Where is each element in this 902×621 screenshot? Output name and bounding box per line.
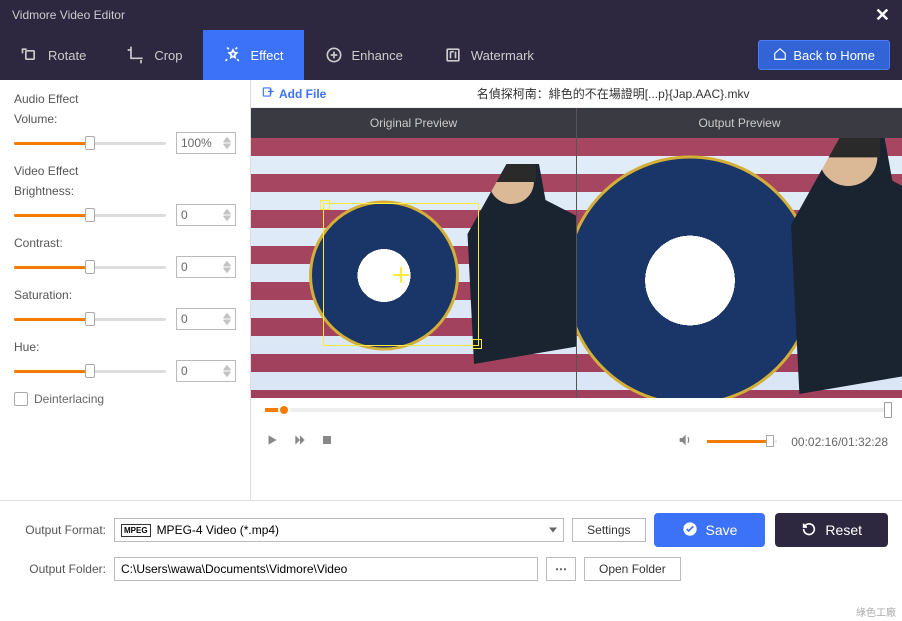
time-display: 00:02:16/01:32:28	[791, 435, 888, 449]
crop-icon	[126, 45, 146, 65]
reset-button[interactable]: Reset	[775, 513, 888, 547]
brightness-label: Brightness:	[14, 184, 236, 198]
fast-forward-button[interactable]	[293, 433, 307, 450]
watermark-label: Watermark	[471, 48, 534, 63]
watermark-selection-box[interactable]	[323, 203, 479, 346]
play-button[interactable]	[265, 433, 279, 450]
original-preview-pane[interactable]	[251, 138, 577, 398]
brightness-spinner[interactable]: 0	[176, 204, 236, 226]
contrast-spinner[interactable]: 0	[176, 256, 236, 278]
settings-button[interactable]: Settings	[572, 518, 645, 542]
current-filename: 名偵探柯南：緋色的不在場證明[...p}{Jap.AAC}.mkv	[334, 85, 892, 102]
enhance-label: Enhance	[352, 48, 403, 63]
reset-icon	[801, 521, 817, 540]
output-preview-label: Output Preview	[577, 108, 902, 138]
bottom-panel: Output Format: MPEG MPEG-4 Video (*.mp4)…	[0, 500, 902, 593]
video-effect-heading: Video Effect	[14, 164, 236, 178]
contrast-slider[interactable]	[14, 266, 166, 269]
brightness-slider[interactable]	[14, 214, 166, 217]
crop-label: Crop	[154, 48, 182, 63]
main-toolbar: Rotate Crop Effect Enhance Watermark Bac…	[0, 30, 902, 80]
output-preview-pane	[577, 138, 902, 398]
volume-spinner[interactable]: 100%	[176, 132, 236, 154]
rotate-tab[interactable]: Rotate	[0, 30, 106, 80]
footer-watermark: 綠色工廠	[856, 604, 896, 619]
output-format-dropdown[interactable]: MPEG MPEG-4 Video (*.mp4)	[114, 518, 564, 542]
window-title: Vidmore Video Editor	[12, 8, 125, 22]
output-format-label: Output Format:	[14, 523, 106, 537]
back-home-button[interactable]: Back to Home	[758, 40, 890, 70]
seek-slider[interactable]	[265, 408, 888, 412]
volume-slider[interactable]	[14, 142, 166, 145]
volume-playback-slider[interactable]	[707, 440, 777, 443]
add-file-icon	[261, 85, 275, 102]
title-bar: Vidmore Video Editor ✕	[0, 0, 902, 30]
effect-label: Effect	[251, 48, 284, 63]
saturation-label: Saturation:	[14, 288, 236, 302]
mpeg-icon: MPEG	[121, 524, 151, 537]
crop-tab[interactable]: Crop	[106, 30, 202, 80]
output-format-value: MPEG-4 Video (*.mp4)	[157, 523, 280, 537]
enhance-icon	[324, 45, 344, 65]
saturation-slider[interactable]	[14, 318, 166, 321]
rotate-label: Rotate	[48, 48, 86, 63]
save-label: Save	[706, 522, 738, 538]
effect-sidebar: Audio Effect Volume: 100% Video Effect B…	[0, 80, 250, 500]
crosshair-icon	[393, 267, 409, 283]
audio-effect-heading: Audio Effect	[14, 92, 236, 106]
original-preview-label: Original Preview	[251, 108, 577, 138]
open-folder-button[interactable]: Open Folder	[584, 557, 681, 581]
saturation-spinner[interactable]: 0	[176, 308, 236, 330]
add-file-label: Add File	[279, 87, 326, 101]
hue-spinner[interactable]: 0	[176, 360, 236, 382]
output-folder-label: Output Folder:	[14, 562, 106, 576]
browse-button[interactable]: ⋯	[546, 557, 576, 581]
add-file-button[interactable]: Add File	[261, 85, 326, 102]
volume-icon[interactable]	[677, 432, 693, 451]
effect-icon	[223, 45, 243, 65]
contrast-label: Contrast:	[14, 236, 236, 250]
effect-tab[interactable]: Effect	[203, 30, 304, 80]
reset-label: Reset	[825, 522, 862, 538]
hue-slider[interactable]	[14, 370, 166, 373]
deinterlacing-checkbox[interactable]	[14, 392, 28, 406]
preview-area: Add File 名偵探柯南：緋色的不在場證明[...p}{Jap.AAC}.m…	[250, 80, 902, 500]
back-home-label: Back to Home	[793, 48, 875, 63]
rotate-icon	[20, 45, 40, 65]
home-icon	[773, 47, 787, 64]
stop-button[interactable]	[321, 434, 333, 449]
deinterlacing-label: Deinterlacing	[34, 392, 104, 406]
close-icon[interactable]: ✕	[875, 5, 890, 26]
output-folder-input[interactable]: C:\Users\wawa\Documents\Vidmore\Video	[114, 557, 538, 581]
watermark-icon	[443, 45, 463, 65]
hue-label: Hue:	[14, 340, 236, 354]
check-icon	[682, 521, 698, 540]
watermark-tab[interactable]: Watermark	[423, 30, 554, 80]
volume-label: Volume:	[14, 112, 236, 126]
enhance-tab[interactable]: Enhance	[304, 30, 423, 80]
save-button[interactable]: Save	[654, 513, 766, 547]
